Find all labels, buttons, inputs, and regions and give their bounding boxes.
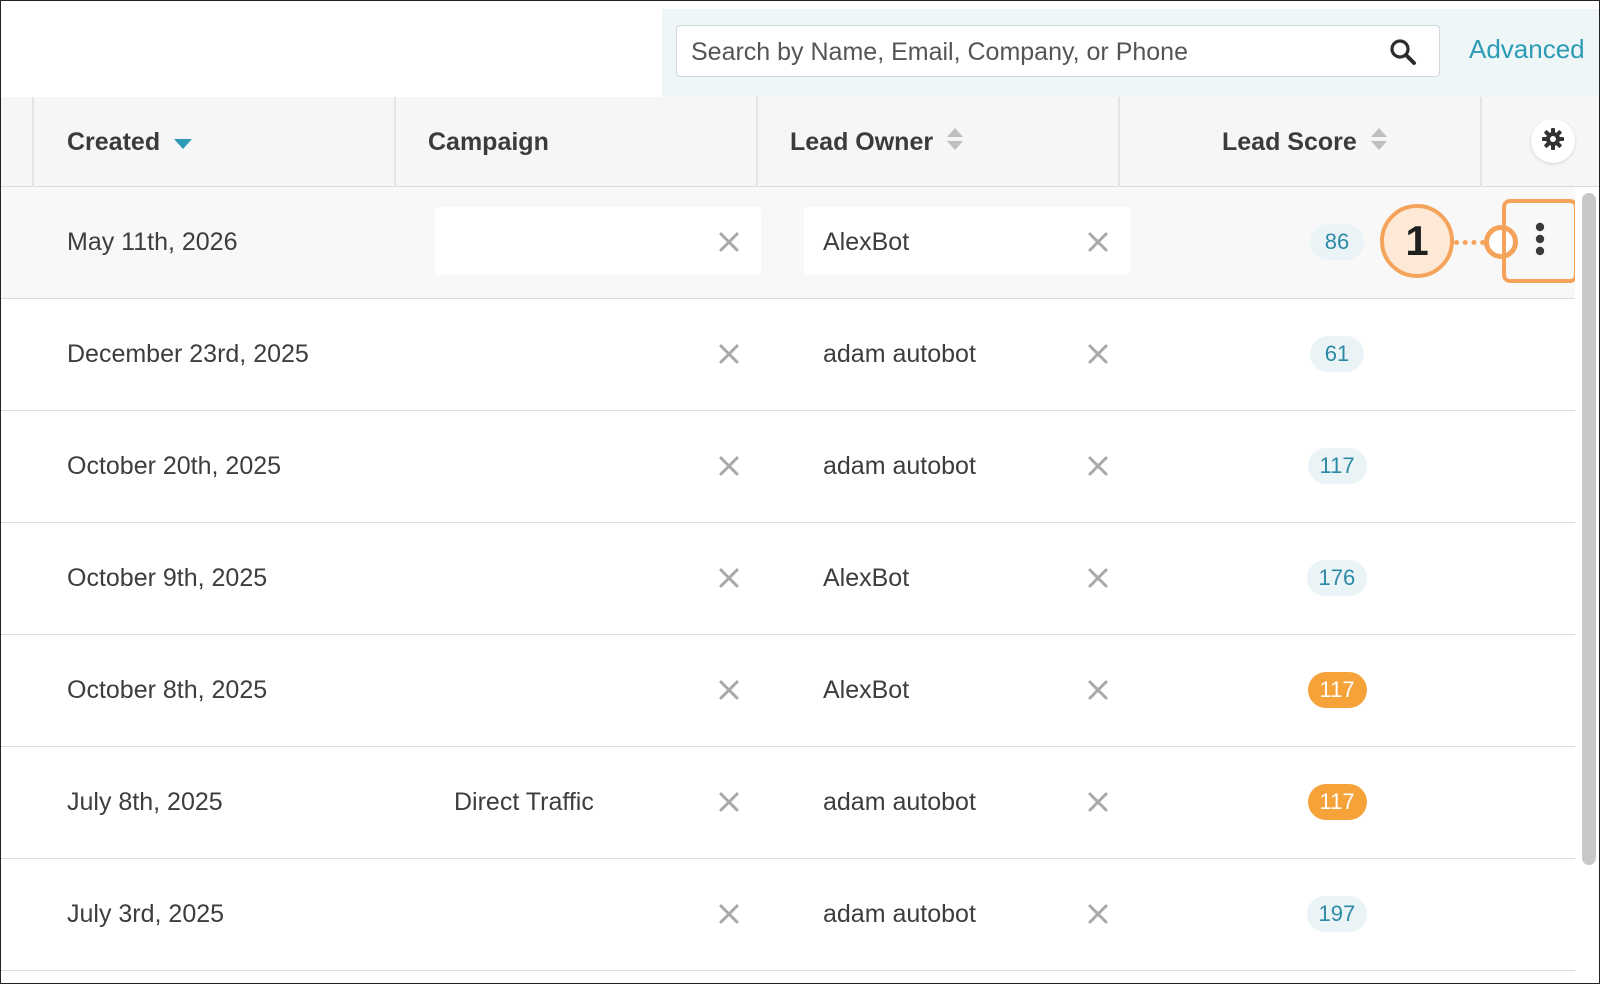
clear-lead-owner-icon[interactable] <box>1085 453 1111 479</box>
lead-score-badge: 117 <box>1307 784 1367 820</box>
lead-score-badge: 61 <box>1310 336 1364 372</box>
created-date: October 9th, 2025 <box>67 564 268 592</box>
table-row[interactable]: October 9th, 2025 AlexBot 176 <box>1 523 1575 635</box>
lead-score-badge: 117 <box>1307 448 1367 484</box>
column-divider <box>394 97 396 187</box>
row-actions-button[interactable] <box>1502 199 1578 283</box>
clear-lead-owner-icon[interactable] <box>1085 341 1111 367</box>
advanced-search-link[interactable]: Advanced <box>1469 34 1585 65</box>
clear-lead-owner-icon[interactable] <box>1085 789 1111 815</box>
clear-campaign-icon[interactable] <box>716 453 742 479</box>
lead-owner-value: AlexBot <box>823 228 910 256</box>
sort-both-icon[interactable] <box>1370 127 1387 157</box>
column-divider <box>756 97 758 187</box>
created-date: July 8th, 2025 <box>67 788 223 816</box>
column-header-label: Campaign <box>428 127 549 156</box>
table-header: Created Campaign Lead Owner Lead Score <box>1 97 1599 187</box>
leads-table-view: Advanced Created Campaign Lead Owner Lea… <box>0 0 1600 984</box>
column-divider <box>32 97 34 187</box>
clear-lead-owner-icon[interactable] <box>1085 229 1111 255</box>
table-row[interactable]: July 3rd, 2025 adam autobot 197 <box>1 859 1575 971</box>
campaign-value: Direct Traffic <box>454 788 594 816</box>
table-row[interactable]: October 20th, 2025 adam autobot 117 <box>1 411 1575 523</box>
clear-campaign-icon[interactable] <box>716 229 742 255</box>
lead-owner-value: AlexBot <box>823 676 910 704</box>
column-header-lead-score[interactable]: Lead Score <box>1222 97 1387 187</box>
kebab-menu-icon <box>1535 222 1545 261</box>
clear-lead-owner-icon[interactable] <box>1085 901 1111 927</box>
lead-score-badge: 86 <box>1310 224 1364 260</box>
lead-owner-value: adam autobot <box>823 340 976 368</box>
created-date: July 3rd, 2025 <box>67 900 225 928</box>
gear-icon <box>1541 127 1565 156</box>
campaign-edit-field[interactable] <box>435 207 761 275</box>
column-header-label: Lead Score <box>1222 127 1357 156</box>
lead-score-badge: 117 <box>1307 672 1367 708</box>
column-divider <box>1118 97 1120 187</box>
created-date: May 11th, 2026 <box>67 228 238 256</box>
table-row[interactable]: October 8th, 2025 AlexBot 117 <box>1 635 1575 747</box>
column-header-label: Created <box>67 127 161 156</box>
created-date: December 23rd, 2025 <box>67 340 309 368</box>
clear-campaign-icon[interactable] <box>716 789 742 815</box>
table-row[interactable]: May 11th, 2026 AlexBot 86 <box>1 187 1575 299</box>
created-date: October 20th, 2025 <box>67 452 282 480</box>
lead-score-badge: 197 <box>1306 896 1368 932</box>
column-divider <box>1480 97 1482 187</box>
clear-lead-owner-icon[interactable] <box>1085 565 1111 591</box>
search-input[interactable] <box>689 26 1373 78</box>
clear-campaign-icon[interactable] <box>716 901 742 927</box>
clear-campaign-icon[interactable] <box>716 677 742 703</box>
table-row[interactable]: July 8th, 2025 Direct Traffic adam autobot… <box>1 747 1575 859</box>
step-callout: 1 <box>1380 204 1454 278</box>
search-box[interactable] <box>676 25 1440 78</box>
sort-both-icon[interactable] <box>947 127 964 157</box>
lead-score-badge: 176 <box>1306 560 1368 596</box>
column-header-label: Lead Owner <box>790 127 934 156</box>
column-header-campaign[interactable]: Campaign <box>428 97 549 187</box>
lead-owner-value: adam autobot <box>823 900 976 928</box>
sort-desc-icon[interactable] <box>174 128 193 157</box>
clear-lead-owner-icon[interactable] <box>1085 677 1111 703</box>
column-header-created[interactable]: Created <box>67 97 193 187</box>
table-row[interactable]: December 23rd, 2025 adam autobot 61 <box>1 299 1575 411</box>
search-icon[interactable] <box>1389 38 1417 66</box>
lead-owner-value: adam autobot <box>823 788 976 816</box>
created-date: October 8th, 2025 <box>67 676 268 704</box>
column-settings-button[interactable] <box>1531 119 1575 163</box>
column-header-lead-owner[interactable]: Lead Owner <box>790 97 964 187</box>
scrollbar-thumb[interactable] <box>1582 193 1596 865</box>
clear-campaign-icon[interactable] <box>716 565 742 591</box>
clear-campaign-icon[interactable] <box>716 341 742 367</box>
lead-owner-value: AlexBot <box>823 564 910 592</box>
lead-owner-value: adam autobot <box>823 452 976 480</box>
